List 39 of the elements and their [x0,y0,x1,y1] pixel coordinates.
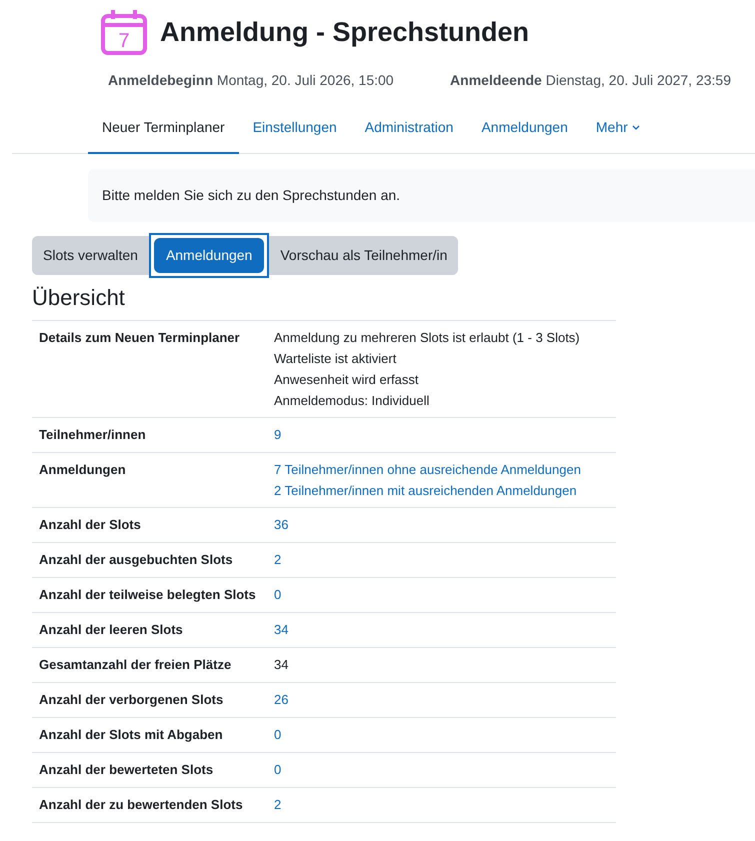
row-label: Anzahl der bewerteten Slots [39,762,214,777]
date-info: Anmeldebeginn Montag, 20. Juli 2026, 15:00 [108,71,394,90]
value-link[interactable]: 9 [274,424,282,445]
row-label: Anzahl der verborgenen Slots [39,692,224,707]
notice-box: Bitte melden Sie sich zu den Sprechstunden an. [88,169,755,222]
value-link[interactable]: 0 [274,759,282,780]
value-link[interactable]: 36 [274,514,288,535]
row-label: Teilnehmer/innen [39,427,146,442]
value-link[interactable]: 2 Teilnehmer/innen mit ausreichenden Anmeldungen [274,480,577,501]
row-label: Anmeldungen [39,462,126,477]
value-link[interactable]: 7 Teilnehmer/innen ohne ausreichende Anmeldungen [274,459,581,480]
row-label: Anzahl der zu bewertenden Slots [39,797,243,812]
value-link[interactable]: 2 [274,549,282,570]
row-label: Anzahl der ausgebuchten Slots [39,552,233,567]
view-button[interactable]: Anmeldungen [154,238,264,273]
date-info: Anmeldeende Dienstag, 20. Juli 2027, 23:59 [450,71,731,90]
value-link[interactable]: 0 [274,584,282,605]
value-text: Warteliste ist aktiviert [274,350,396,368]
section-heading: Übersicht [32,284,126,312]
nav-tab[interactable]: Einstellungen [238,103,351,154]
value-text: Anmeldung zu mehreren Slots ist erlaubt (1 - 3 Slots) [274,329,580,347]
row-label: Anzahl der teilweise belegten Slots [39,587,256,602]
value-text: 34 [274,656,288,674]
row-label: Anzahl der leeren Slots [39,622,183,637]
row-label: Anzahl der Slots mit Abgaben [39,727,223,742]
nav-tab[interactable]: Mehr [582,103,654,154]
value-text: Anmeldemodus: Individuell [274,392,430,410]
value-link[interactable]: 0 [274,724,282,745]
nav-tab[interactable]: Anmeldungen [467,103,582,154]
row-label: Details zum Neuen Terminplaner [39,330,240,345]
value-link[interactable]: 2 [274,794,282,815]
value-link[interactable]: 26 [274,689,288,710]
nav-tab[interactable]: Administration [350,103,468,154]
row-label: Gesamtanzahl der freien Plätze [39,657,232,672]
value-text: Anwesenheit wird erfasst [274,371,419,389]
page-title: Anmeldung - Sprechstunden [160,16,530,49]
nav-tab[interactable]: Neuer Terminplaner [88,103,239,154]
value-link[interactable]: 34 [274,619,288,640]
row-label: Anzahl der Slots [39,517,141,532]
